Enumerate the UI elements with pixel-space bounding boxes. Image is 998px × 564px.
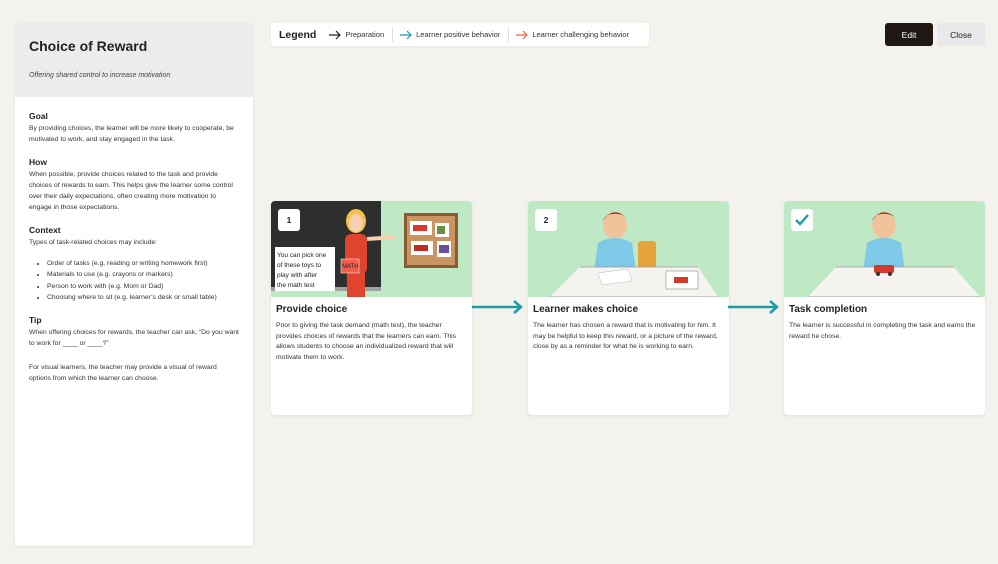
arrow-right-icon: [400, 30, 412, 39]
speech-line: of these toys to: [277, 262, 321, 269]
list-item: Person to work with (e.g. Mom or Dad): [47, 281, 239, 292]
legend-label: Preparation: [345, 30, 385, 39]
checkmark-icon: [795, 214, 809, 226]
edit-button[interactable]: Edit: [885, 23, 933, 46]
legend: Legend Preparation Learner positive beha…: [271, 23, 649, 46]
learner-reward-illustration: [784, 201, 985, 297]
tip-heading: Tip: [29, 315, 42, 326]
close-button[interactable]: Close: [937, 23, 985, 46]
tip-section: Tip When offering choices for rewards, t…: [29, 315, 239, 384]
context-text: Types of task-related choices may includ…: [29, 239, 158, 246]
legend-label: Learner positive behavior: [416, 30, 501, 39]
list-item: Materials to use (e.g. crayons or marker…: [47, 269, 239, 280]
flow-arrow-icon: [728, 300, 779, 314]
legend-divider: [392, 27, 394, 42]
strategy-title: Choice of Reward: [29, 38, 148, 54]
strategy-sidebar: Choice of Reward Offering shared control…: [15, 23, 253, 546]
legend-item-challenging: Learner challenging behavior: [516, 30, 637, 40]
legend-item-preparation: Preparation: [329, 30, 392, 40]
context-section: Context Types of task-related choices ma…: [29, 225, 239, 303]
legend-divider: [508, 27, 510, 42]
step-card-provide-choice[interactable]: MATH You can pick one of these toys to p…: [271, 201, 472, 415]
how-text: When possible, provide choices related t…: [29, 171, 233, 211]
how-heading: How: [29, 157, 47, 167]
step-title: Task completion: [789, 304, 868, 315]
tip-text-visual: For visual learners, the teacher may pro…: [29, 364, 217, 383]
goal-text: By providing choices, the learner will b…: [29, 125, 234, 143]
list-item: Choosing where to sit (e.g. learner’s de…: [47, 292, 239, 303]
arrow-right-icon: [329, 30, 342, 39]
step-title: Provide choice: [276, 304, 348, 315]
tip-text: When offering choices for rewards, the t…: [29, 329, 239, 348]
goal-heading: Goal: [29, 111, 48, 121]
goal-section: Goal By providing choices, the learner w…: [29, 111, 239, 145]
learner-choosing-illustration: 2: [528, 201, 729, 297]
how-section: How When possible, provide choices relat…: [29, 157, 239, 213]
speech-line: the math test: [277, 282, 315, 289]
strategy-subtitle: Offering shared control to increase moti…: [29, 72, 171, 79]
context-list: Order of tasks (e.g. reading or writing …: [47, 258, 239, 303]
step-number-badge: 1: [278, 209, 300, 231]
step-description: The learner is successful in completing …: [789, 322, 976, 340]
context-heading: Context: [29, 225, 61, 235]
legend-label: Learner challenging behavior: [532, 30, 630, 39]
sidebar-header: Choice of Reward Offering shared control…: [15, 23, 253, 97]
completion-badge: [791, 209, 813, 231]
flow-arrow-icon: [472, 300, 523, 314]
speech-line: play with after: [277, 272, 318, 279]
classroom-illustration: MATH You can pick one of these toys to p…: [271, 201, 472, 297]
legend-item-positive: Learner positive behavior: [400, 30, 508, 40]
step-number-badge: 2: [535, 209, 557, 231]
step-title: Learner makes choice: [533, 304, 639, 315]
step-card-task-completion[interactable]: Task completion The learner is successfu…: [784, 201, 985, 415]
legend-title: Legend: [279, 28, 317, 41]
step-description: The learner has chosen a reward that is …: [533, 322, 718, 350]
math-paper-label: MATH: [342, 264, 359, 270]
step-card-learner-choice[interactable]: 2 Learner makes choice The learner has c…: [528, 201, 729, 415]
speech-line: You can pick one: [277, 252, 327, 259]
arrow-right-icon: [516, 30, 529, 39]
list-item: Order of tasks (e.g. reading or writing …: [47, 258, 239, 269]
step-description: Prior to giving the task demand (math te…: [276, 322, 457, 361]
